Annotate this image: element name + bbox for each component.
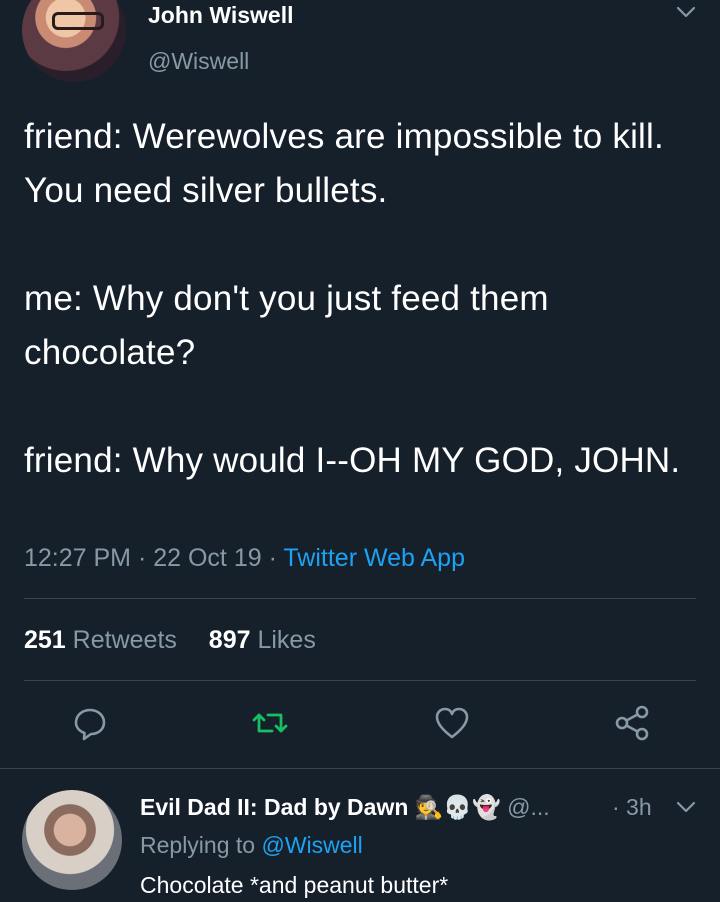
tweet-time[interactable]: 12:27 PM [24, 544, 131, 572]
reply-author-emojis: 🕵💀👻 [414, 794, 501, 820]
chevron-down-icon[interactable] [674, 795, 698, 819]
retweets-stat[interactable]: 251 Retweets [24, 626, 177, 654]
reply-text: Chocolate *and peanut butter* [140, 872, 449, 898]
heart-icon[interactable] [432, 703, 472, 743]
tweet-stats: 251 Retweets 897 Likes [24, 620, 316, 660]
reply-time[interactable]: · 3h [612, 790, 652, 824]
author-name[interactable]: John Wiswell [148, 0, 293, 30]
meta-separator: · [131, 544, 154, 572]
author-handle[interactable]: @Wiswell [148, 46, 249, 76]
likes-count: 897 [208, 626, 251, 654]
retweets-label: Retweets [72, 626, 177, 654]
action-bar [0, 695, 720, 755]
reply-author-name[interactable]: Evil Dad II: Dad by Dawn [140, 794, 408, 820]
replying-prefix: Replying to [140, 832, 256, 858]
reply-header: Evil Dad II: Dad by Dawn 🕵💀👻 @... [140, 790, 550, 824]
author-avatar[interactable] [22, 0, 126, 82]
meta-separator: · [261, 544, 284, 572]
reply-author-avatar[interactable] [22, 790, 122, 890]
likes-stat[interactable]: 897 Likes [209, 626, 316, 654]
share-icon[interactable] [612, 703, 652, 743]
avatar-glasses [52, 12, 104, 30]
tweet-meta: 12:27 PM · 22 Oct 19 · Twitter Web App [24, 538, 465, 578]
tweet-source-link[interactable]: Twitter Web App [283, 544, 465, 572]
replying-to-handle[interactable]: @Wiswell [261, 832, 362, 858]
comment-icon[interactable] [70, 703, 110, 743]
likes-label: Likes [257, 626, 316, 654]
reply-divider [0, 768, 720, 769]
tweet-date[interactable]: 22 Oct 19 [153, 544, 261, 572]
divider [24, 680, 696, 681]
retweets-count: 251 [24, 626, 66, 654]
replying-to: Replying to @Wiswell [140, 828, 363, 862]
tweet-text: friend: Werewolves are impossible to kil… [24, 117, 681, 480]
reply-author-handle[interactable]: @... [507, 794, 550, 820]
divider [24, 598, 696, 599]
retweet-icon[interactable] [250, 703, 290, 743]
chevron-down-icon[interactable] [674, 0, 698, 24]
